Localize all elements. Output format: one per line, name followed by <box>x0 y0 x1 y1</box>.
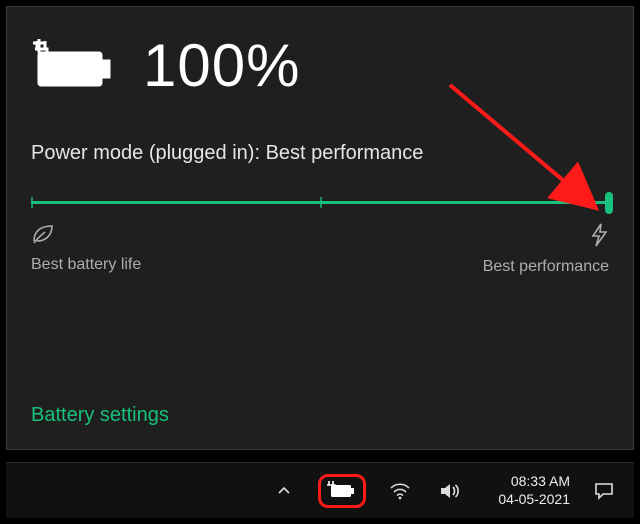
taskbar-time: 08:33 AM <box>511 473 570 491</box>
battery-settings-link[interactable]: Battery settings <box>31 404 169 427</box>
slider-thumb[interactable] <box>605 192 613 214</box>
battery-header: 100% <box>31 31 609 100</box>
slider-labels: Best battery life Best performance <box>31 223 609 276</box>
taskbar: 08:33 AM 04-05-2021 <box>6 462 634 518</box>
battery-charging-icon <box>31 39 115 93</box>
taskbar-clock[interactable]: 08:33 AM 04-05-2021 <box>484 473 570 508</box>
slider-label-left: Best battery life <box>31 223 141 276</box>
slider-tick <box>31 197 33 208</box>
slider-label-left-text: Best battery life <box>31 256 141 274</box>
tray-overflow-chevron[interactable] <box>268 475 300 507</box>
power-mode-text: Power mode (plugged in): Best performanc… <box>31 142 609 165</box>
battery-percent: 100% <box>143 31 300 100</box>
tray-action-center-icon[interactable] <box>588 475 620 507</box>
slider-label-right: Best performance <box>483 223 609 276</box>
taskbar-date: 04-05-2021 <box>498 491 570 509</box>
slider-label-right-text: Best performance <box>483 258 609 276</box>
tray-wifi-icon[interactable] <box>384 475 416 507</box>
annotation-highlight <box>318 474 366 508</box>
lightning-icon <box>589 223 609 252</box>
slider-tick <box>320 197 322 208</box>
tray-volume-icon[interactable] <box>434 475 466 507</box>
leaf-icon <box>31 223 141 250</box>
tray-battery-icon[interactable] <box>327 481 357 501</box>
power-mode-slider[interactable] <box>31 193 609 213</box>
battery-flyout: 100% Power mode (plugged in): Best perfo… <box>6 6 634 450</box>
